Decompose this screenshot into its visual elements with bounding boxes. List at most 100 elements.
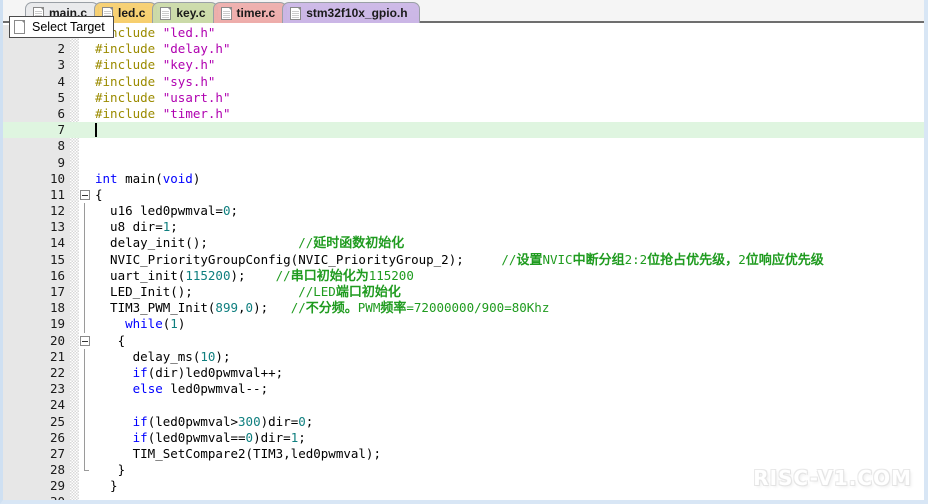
tab-label: stm32f10x_gpio.h xyxy=(306,6,408,20)
code-editor[interactable]: 1#include "led.h"2 #include "delay.h" 3 #in… xyxy=(3,25,924,500)
tab-label: timer.c xyxy=(236,6,276,20)
line-number: 26 xyxy=(49,429,65,445)
code-text: else led0pwmval--; xyxy=(132,381,269,397)
line-number: 2 xyxy=(57,41,65,57)
code-text: if(led0pwmval>300)dir=0; xyxy=(132,413,314,429)
code-line[interactable]: 17 LED_Init(); //LED端口初始化 xyxy=(3,284,924,301)
code-text: TIM3_PWM_Init(899,0); //不分频。PWM频率=720000… xyxy=(95,300,550,317)
code-text: #include "timer.h" xyxy=(95,105,231,121)
code-text: #include "delay.h" xyxy=(95,41,231,57)
line-number: 10 xyxy=(49,170,65,186)
fold-collapse-icon[interactable] xyxy=(80,189,90,200)
line-number: 13 xyxy=(49,219,65,235)
code-line[interactable]: 10 int main(void) xyxy=(3,171,924,187)
editor-tab-bar: main.c led.c key.c timer.c stm32f10x_gpi… xyxy=(3,0,924,23)
code-text: delay_ms(10); xyxy=(95,348,231,364)
line-number: 23 xyxy=(49,381,65,397)
line-number: 11 xyxy=(49,186,65,202)
code-line[interactable]: 14 delay_init(); //延时函数初始化 xyxy=(3,235,924,252)
tooltip-label: Select Target xyxy=(32,20,105,34)
code-line[interactable]: 3 #include "key.h" xyxy=(3,57,924,73)
code-line[interactable]: 18 TIM3_PWM_Init(899,0); //不分频。PWM频率=720… xyxy=(3,300,924,317)
line-number: 25 xyxy=(49,413,65,429)
tab-key-c[interactable]: key.c xyxy=(152,2,218,23)
code-line[interactable]: 28 } xyxy=(3,462,924,478)
code-line[interactable]: 19 while(1) xyxy=(3,316,924,333)
code-line[interactable]: 13 u8 dir=1; xyxy=(3,219,924,236)
line-number: 27 xyxy=(49,445,65,461)
fold-guide-line xyxy=(84,203,85,220)
code-line[interactable]: 26 if(led0pwmval==0)dir=1; xyxy=(3,429,924,446)
code-text: #include "key.h" xyxy=(95,57,216,73)
fold-guide-line xyxy=(84,251,85,268)
line-number: 17 xyxy=(49,284,65,299)
code-line[interactable]: 29 } xyxy=(3,478,924,494)
code-text: while(1) xyxy=(125,316,186,332)
code-line[interactable]: 23 else led0pwmval--; xyxy=(3,381,924,398)
fold-guide-line xyxy=(84,348,85,365)
code-line[interactable]: 27 TIM_SetCompare2(TIM3,led0pwmval); xyxy=(3,445,924,463)
code-line[interactable]: 6 #include "timer.h" xyxy=(3,106,924,122)
fold-guide-line xyxy=(84,219,85,236)
line-number: 5 xyxy=(57,89,65,105)
tab-label: led.c xyxy=(118,6,146,20)
code-line[interactable]: 11 { xyxy=(3,187,924,203)
document-icon xyxy=(160,6,172,20)
code-line[interactable]: 25 if(led0pwmval>300)dir=0; xyxy=(3,413,924,430)
fold-guide-line xyxy=(84,235,85,252)
code-line[interactable]: 20 { xyxy=(3,333,924,349)
fold-guide-line xyxy=(84,300,85,317)
document-icon xyxy=(220,6,232,20)
code-lines[interactable]: 1#include "led.h"2 #include "delay.h" 3 #in… xyxy=(3,25,924,500)
line-number: 4 xyxy=(57,73,65,89)
code-line[interactable]: 30 xyxy=(3,494,924,500)
code-text: } xyxy=(95,478,118,494)
code-line[interactable]: 1#include "led.h" xyxy=(3,25,924,41)
code-line[interactable]: 4 #include "sys.h" xyxy=(3,74,924,90)
code-line[interactable]: 2 #include "delay.h" xyxy=(3,41,924,57)
select-target-tooltip: Select Target xyxy=(9,16,114,38)
code-text: if(dir)led0pwmval++; xyxy=(132,364,284,380)
line-number: 19 xyxy=(49,316,65,332)
line-number: 9 xyxy=(57,154,65,170)
fold-guide-line xyxy=(84,364,85,382)
document-icon xyxy=(290,6,302,20)
line-number: 12 xyxy=(49,203,65,219)
code-text: TIM_SetCompare2(TIM3,led0pwmval); xyxy=(95,445,381,461)
fold-collapse-icon[interactable] xyxy=(80,335,90,346)
fold-guide-line xyxy=(84,381,85,398)
line-number: 8 xyxy=(57,138,65,154)
tab-label: key.c xyxy=(176,6,206,20)
code-line[interactable]: 7 xyxy=(3,122,924,139)
code-text: NVIC_PriorityGroupConfig(NVIC_PriorityGr… xyxy=(95,251,824,268)
line-number: 24 xyxy=(49,397,65,413)
code-text: uart_init(115200); //串口初始化为115200 xyxy=(95,267,414,284)
code-line[interactable]: 15 NVIC_PriorityGroupConfig(NVIC_Priorit… xyxy=(3,251,924,268)
text-caret xyxy=(95,123,97,138)
line-number: 18 xyxy=(49,300,65,316)
fold-guide-line xyxy=(84,413,85,430)
code-line[interactable]: 8 xyxy=(3,138,924,154)
code-text: delay_init(); //延时函数初始化 xyxy=(95,235,405,252)
code-line[interactable]: 12 u16 led0pwmval=0; xyxy=(3,203,924,220)
code-line[interactable]: 21 delay_ms(10); xyxy=(3,348,924,365)
code-line[interactable]: 16 uart_init(115200); //串口初始化为115200 xyxy=(3,267,924,284)
code-text: u16 led0pwmval=0; xyxy=(95,203,238,219)
code-text: { xyxy=(95,186,103,202)
code-line[interactable]: 24 xyxy=(3,397,924,414)
fold-guide-line xyxy=(84,445,85,463)
code-line[interactable]: 5 #include "usart.h" xyxy=(3,90,924,106)
line-number: 3 xyxy=(57,57,65,73)
tab-timer-c[interactable]: timer.c xyxy=(212,2,288,23)
fold-guide-line xyxy=(84,267,85,284)
line-number: 15 xyxy=(49,251,65,267)
code-line[interactable]: 9 xyxy=(3,155,924,171)
code-line[interactable]: 22 if(dir)led0pwmval++; xyxy=(3,364,924,382)
code-text: u8 dir=1; xyxy=(95,219,178,235)
code-text: LED_Init(); //LED端口初始化 xyxy=(95,284,401,300)
tab-stm32f10x-gpio-h[interactable]: stm32f10x_gpio.h xyxy=(282,2,420,23)
line-number: 14 xyxy=(49,235,65,251)
line-number: 28 xyxy=(49,462,65,478)
code-text: if(led0pwmval==0)dir=1; xyxy=(132,429,306,445)
fold-guide-line xyxy=(84,284,85,301)
